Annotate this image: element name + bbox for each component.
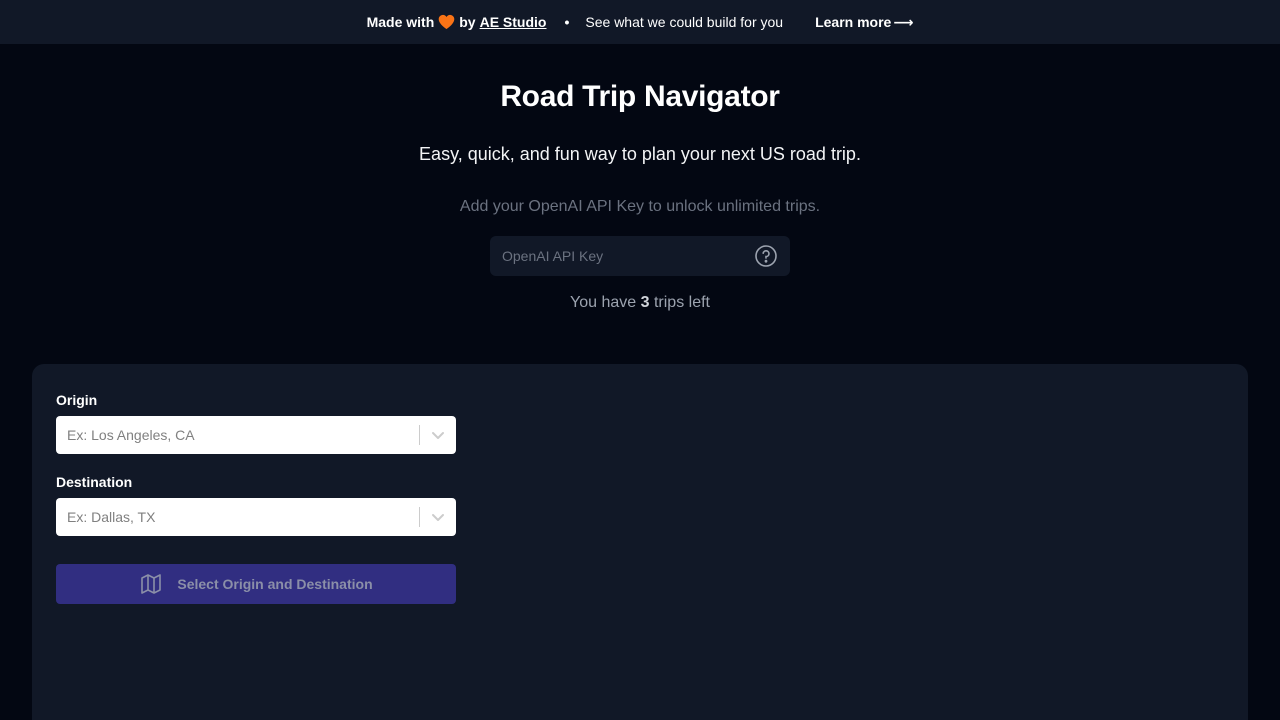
by-label: by bbox=[459, 14, 476, 30]
learn-more-label: Learn more bbox=[815, 14, 892, 30]
destination-select[interactable]: Ex: Dallas, TX bbox=[56, 498, 456, 536]
select-origin-destination-button[interactable]: Select Origin and Destination bbox=[56, 564, 456, 604]
ae-studio-link[interactable]: AE Studio bbox=[480, 14, 547, 30]
banner-tagline: See what we could build for you bbox=[585, 14, 784, 30]
trips-suffix: trips left bbox=[653, 294, 710, 311]
question-circle-icon[interactable] bbox=[754, 244, 778, 268]
heart-icon bbox=[438, 14, 455, 30]
learn-more-link[interactable]: Learn more ⟶ bbox=[815, 14, 913, 31]
trips-count: 3 bbox=[640, 294, 650, 311]
origin-label: Origin bbox=[56, 392, 98, 408]
trips-prefix: You have bbox=[570, 294, 637, 311]
made-with-label: Made with bbox=[366, 14, 435, 30]
chevron-down-icon[interactable] bbox=[420, 417, 456, 453]
origin-placeholder: Ex: Los Angeles, CA bbox=[67, 427, 195, 443]
api-key-field bbox=[490, 236, 790, 276]
page-subtitle: Easy, quick, and fun way to plan your ne… bbox=[419, 144, 861, 164]
api-key-input[interactable] bbox=[502, 248, 754, 264]
map-icon bbox=[141, 574, 162, 594]
trip-panel: Origin Ex: Los Angeles, CA Destination E… bbox=[32, 364, 1248, 720]
arrow-right-icon: ⟶ bbox=[893, 13, 914, 30]
page-title: Road Trip Navigator bbox=[500, 80, 780, 113]
submit-label: Select Origin and Destination bbox=[177, 576, 373, 592]
destination-label: Destination bbox=[56, 474, 133, 490]
destination-placeholder: Ex: Dallas, TX bbox=[67, 509, 156, 525]
api-key-note: Add your OpenAI API Key to unlock unlimi… bbox=[459, 198, 821, 215]
made-with-text: Made with by AE Studio bbox=[367, 14, 547, 30]
promo-banner: Made with by AE Studio • See what we cou… bbox=[0, 0, 1280, 44]
chevron-down-icon[interactable] bbox=[420, 499, 456, 535]
separator-dot: • bbox=[564, 14, 570, 30]
trips-left-text: You have 3 trips left bbox=[0, 294, 1280, 312]
origin-select[interactable]: Ex: Los Angeles, CA bbox=[56, 416, 456, 454]
